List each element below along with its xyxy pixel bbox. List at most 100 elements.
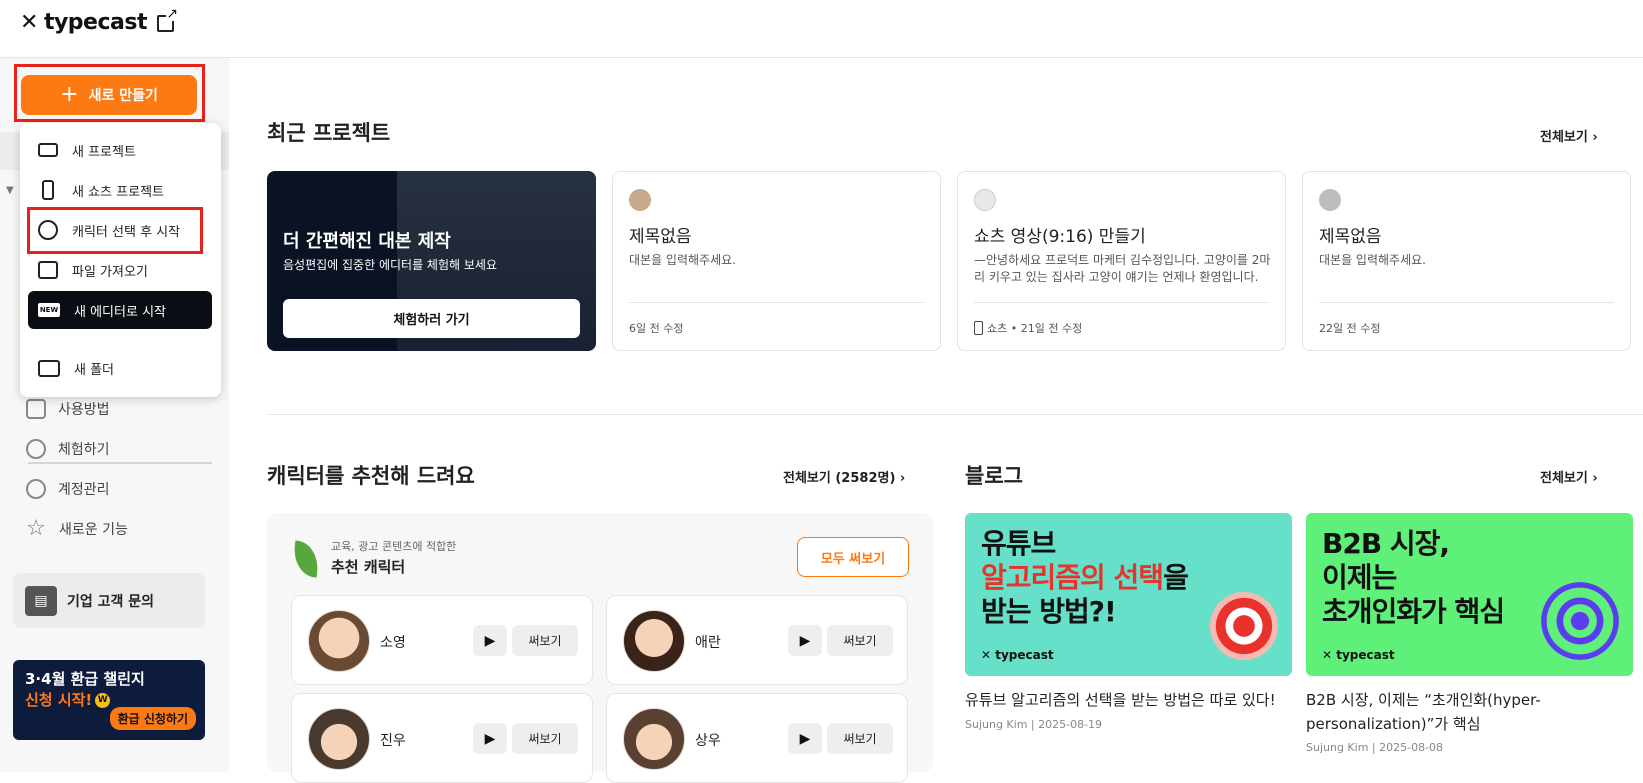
project-meta-text: 22일 전 수정: [1319, 322, 1381, 335]
project-title: 제목없음: [629, 227, 692, 247]
sidebar-item-label: 계정관리: [58, 482, 110, 498]
blog-thumb-text: 유튜브 알고리즘의 선택을 받는 방법?!: [981, 527, 1189, 629]
sidebar-item-label: 사용방법: [58, 402, 110, 418]
highlight-box-new-button: [14, 64, 205, 122]
blog-thumbnail[interactable]: 유튜브 알고리즘의 선택을 받는 방법?! ✕ typecast: [965, 513, 1292, 676]
character-card[interactable]: 소영 ▶ 써보기: [291, 595, 593, 685]
sidebar-item-new-features[interactable]: ☆ 새로운 기능: [25, 518, 128, 540]
menu-item-new-shorts[interactable]: 새 쇼츠 프로젝트: [28, 171, 212, 209]
typecast-logo[interactable]: ✕ typecast: [20, 10, 147, 35]
character-section-title: 캐릭터를 추천해 드려요: [267, 464, 475, 488]
logo-mark-icon: ✕: [20, 10, 38, 35]
thumb-line: 이제는: [1322, 561, 1397, 594]
thumb-line: B2B 시장,: [1322, 527, 1450, 560]
blog-thumbnail[interactable]: B2B 시장, 이제는 초개인화가 핵심 ✕ typecast: [1306, 513, 1633, 676]
project-card[interactable]: 제목없음 대본을 입력해주세요. 6일 전 수정: [612, 171, 941, 351]
thumb-line: 유튜브: [981, 527, 1056, 560]
character-name: 소영: [380, 635, 406, 651]
menu-item-import-file[interactable]: 파일 가져오기: [28, 251, 212, 289]
refund-apply-button[interactable]: 환급 신청하기: [109, 707, 196, 730]
sidebar-item-label: 새로운 기능: [59, 522, 128, 538]
new-editor-promo-card: 더 간편해진 대본 제작 음성편집에 집중한 에디터를 체험해 보세요 체험하러…: [267, 171, 596, 351]
play-icon[interactable]: ▶: [473, 723, 507, 754]
character-avatar: [623, 610, 685, 672]
divider: [974, 302, 1269, 303]
promo-card-title: 더 간편해진 대본 제작: [283, 231, 451, 252]
blog-post-meta: Sujung Kim | 2025-08-08: [1306, 741, 1444, 754]
sidebar-item-trial[interactable]: 체험하기: [26, 439, 110, 459]
character-name: 상우: [695, 733, 721, 749]
recent-view-all-link[interactable]: 전체보기 ›: [1540, 126, 1598, 145]
avatar: [974, 189, 996, 211]
thumb-text: 가 핵심: [1421, 595, 1505, 628]
project-title: 쇼츠 영상(9:16) 만들기: [974, 227, 1146, 247]
menu-item-label: 새 쇼츠 프로젝트: [72, 184, 164, 200]
project-meta: 22일 전 수정: [1319, 320, 1380, 336]
project-meta: 6일 전 수정: [629, 320, 683, 336]
menu-item-new-editor[interactable]: NEW 새 에디터로 시작: [28, 291, 212, 329]
use-all-button[interactable]: 모두 써보기: [797, 537, 909, 577]
business-inquiry-label: 기업 고객 문의: [67, 593, 155, 610]
blog-title: 블로그: [965, 464, 1023, 488]
project-card[interactable]: 제목없음 대본을 입력해주세요. 22일 전 수정: [1302, 171, 1631, 351]
top-header: ✕ typecast: [0, 0, 1643, 58]
blog-view-all-link[interactable]: 전체보기 ›: [1540, 467, 1598, 486]
thumb-logo: ✕ typecast: [1322, 648, 1395, 662]
blog-thumb-text: B2B 시장, 이제는 초개인화가 핵심: [1322, 527, 1505, 629]
try-button[interactable]: 써보기: [827, 723, 893, 754]
project-card[interactable]: 쇼츠 영상(9:16) 만들기 —안녕하세요 프로덕트 마케터 김수정입니다. …: [957, 171, 1286, 351]
try-editor-button[interactable]: 체험하러 가기: [283, 299, 580, 338]
promo-card-subtitle: 음성편집에 집중한 에디터를 체험해 보세요: [283, 258, 497, 272]
business-inquiry-button[interactable]: ▤ 기업 고객 문의: [13, 573, 205, 628]
character-avatar: [308, 610, 370, 672]
avatar: [629, 189, 651, 211]
menu-item-label: 새 에디터로 시작: [74, 304, 166, 320]
recent-projects-title: 최근 프로젝트: [267, 121, 391, 145]
building-icon: ▤: [25, 585, 57, 616]
menu-item-new-folder[interactable]: 새 폴더: [28, 349, 212, 387]
thumb-highlight: 초개인화: [1322, 595, 1422, 628]
character-card[interactable]: 상우 ▶ 써보기: [606, 693, 908, 783]
sidebar-item-guide[interactable]: 사용방법: [26, 399, 110, 419]
project-desc: —안녕하세요 프로덕트 마케터 김수정입니다. 고양이를 2마리 키우고 있는 …: [974, 253, 1271, 284]
menu-item-new-project[interactable]: 새 프로젝트: [28, 131, 212, 169]
new-badge-icon: NEW: [38, 303, 60, 317]
character-view-all-link[interactable]: 전체보기 (2582명) ›: [783, 467, 905, 486]
target-rings-icon: [1541, 582, 1619, 660]
hand-wave-icon: [26, 439, 46, 459]
thumb-highlight: 알고리즘의 선택: [981, 561, 1164, 594]
external-link-icon[interactable]: [157, 7, 179, 32]
divider: [1319, 302, 1614, 303]
character-card[interactable]: 진우 ▶ 써보기: [291, 693, 593, 783]
recommended-subtitle: 교육, 광고 콘텐츠에 적합한: [331, 540, 457, 553]
try-button[interactable]: 써보기: [512, 625, 578, 656]
caret-down-icon[interactable]: ▼: [6, 185, 14, 196]
divider: [629, 302, 924, 303]
won-coin-icon: W: [95, 693, 111, 708]
try-button[interactable]: 써보기: [512, 723, 578, 754]
play-icon[interactable]: ▶: [788, 723, 822, 754]
play-icon[interactable]: ▶: [788, 625, 822, 656]
logo-text: typecast: [43, 10, 148, 35]
gear-icon: [26, 479, 46, 499]
recommended-title: 추천 캐릭터: [331, 558, 406, 576]
character-card[interactable]: 애란 ▶ 써보기: [606, 595, 908, 685]
promo-line2-text: 신청 시작!: [25, 691, 93, 709]
video-guide-icon: [26, 399, 46, 419]
blog-post-title[interactable]: B2B 시장, 이제는 “초개인화(hyper-personalization)…: [1306, 688, 1626, 736]
project-meta-text: 6일 전 수정: [629, 322, 684, 335]
refund-challenge-banner[interactable]: 3·4월 환급 챌린지 신청 시작! W 환급 신청하기: [13, 660, 205, 740]
thumb-line: 초개인화가 핵심: [1322, 595, 1505, 629]
import-icon: [38, 261, 58, 279]
avatar: [1319, 189, 1341, 211]
sidebar-item-account[interactable]: 계정관리: [26, 479, 110, 499]
thumb-line: 알고리즘의 선택을: [981, 561, 1189, 595]
thumb-text: 을: [1163, 561, 1189, 594]
blog-post-title[interactable]: 유튜브 알고리즘의 선택을 받는 방법은 따로 있다!: [965, 688, 1295, 712]
menu-item-label: 새 폴더: [74, 362, 115, 378]
thumb-logo: ✕ typecast: [981, 648, 1054, 662]
try-button[interactable]: 써보기: [827, 625, 893, 656]
play-icon[interactable]: ▶: [473, 625, 507, 656]
project-title: 제목없음: [1319, 227, 1382, 247]
menu-divider: [28, 462, 212, 464]
